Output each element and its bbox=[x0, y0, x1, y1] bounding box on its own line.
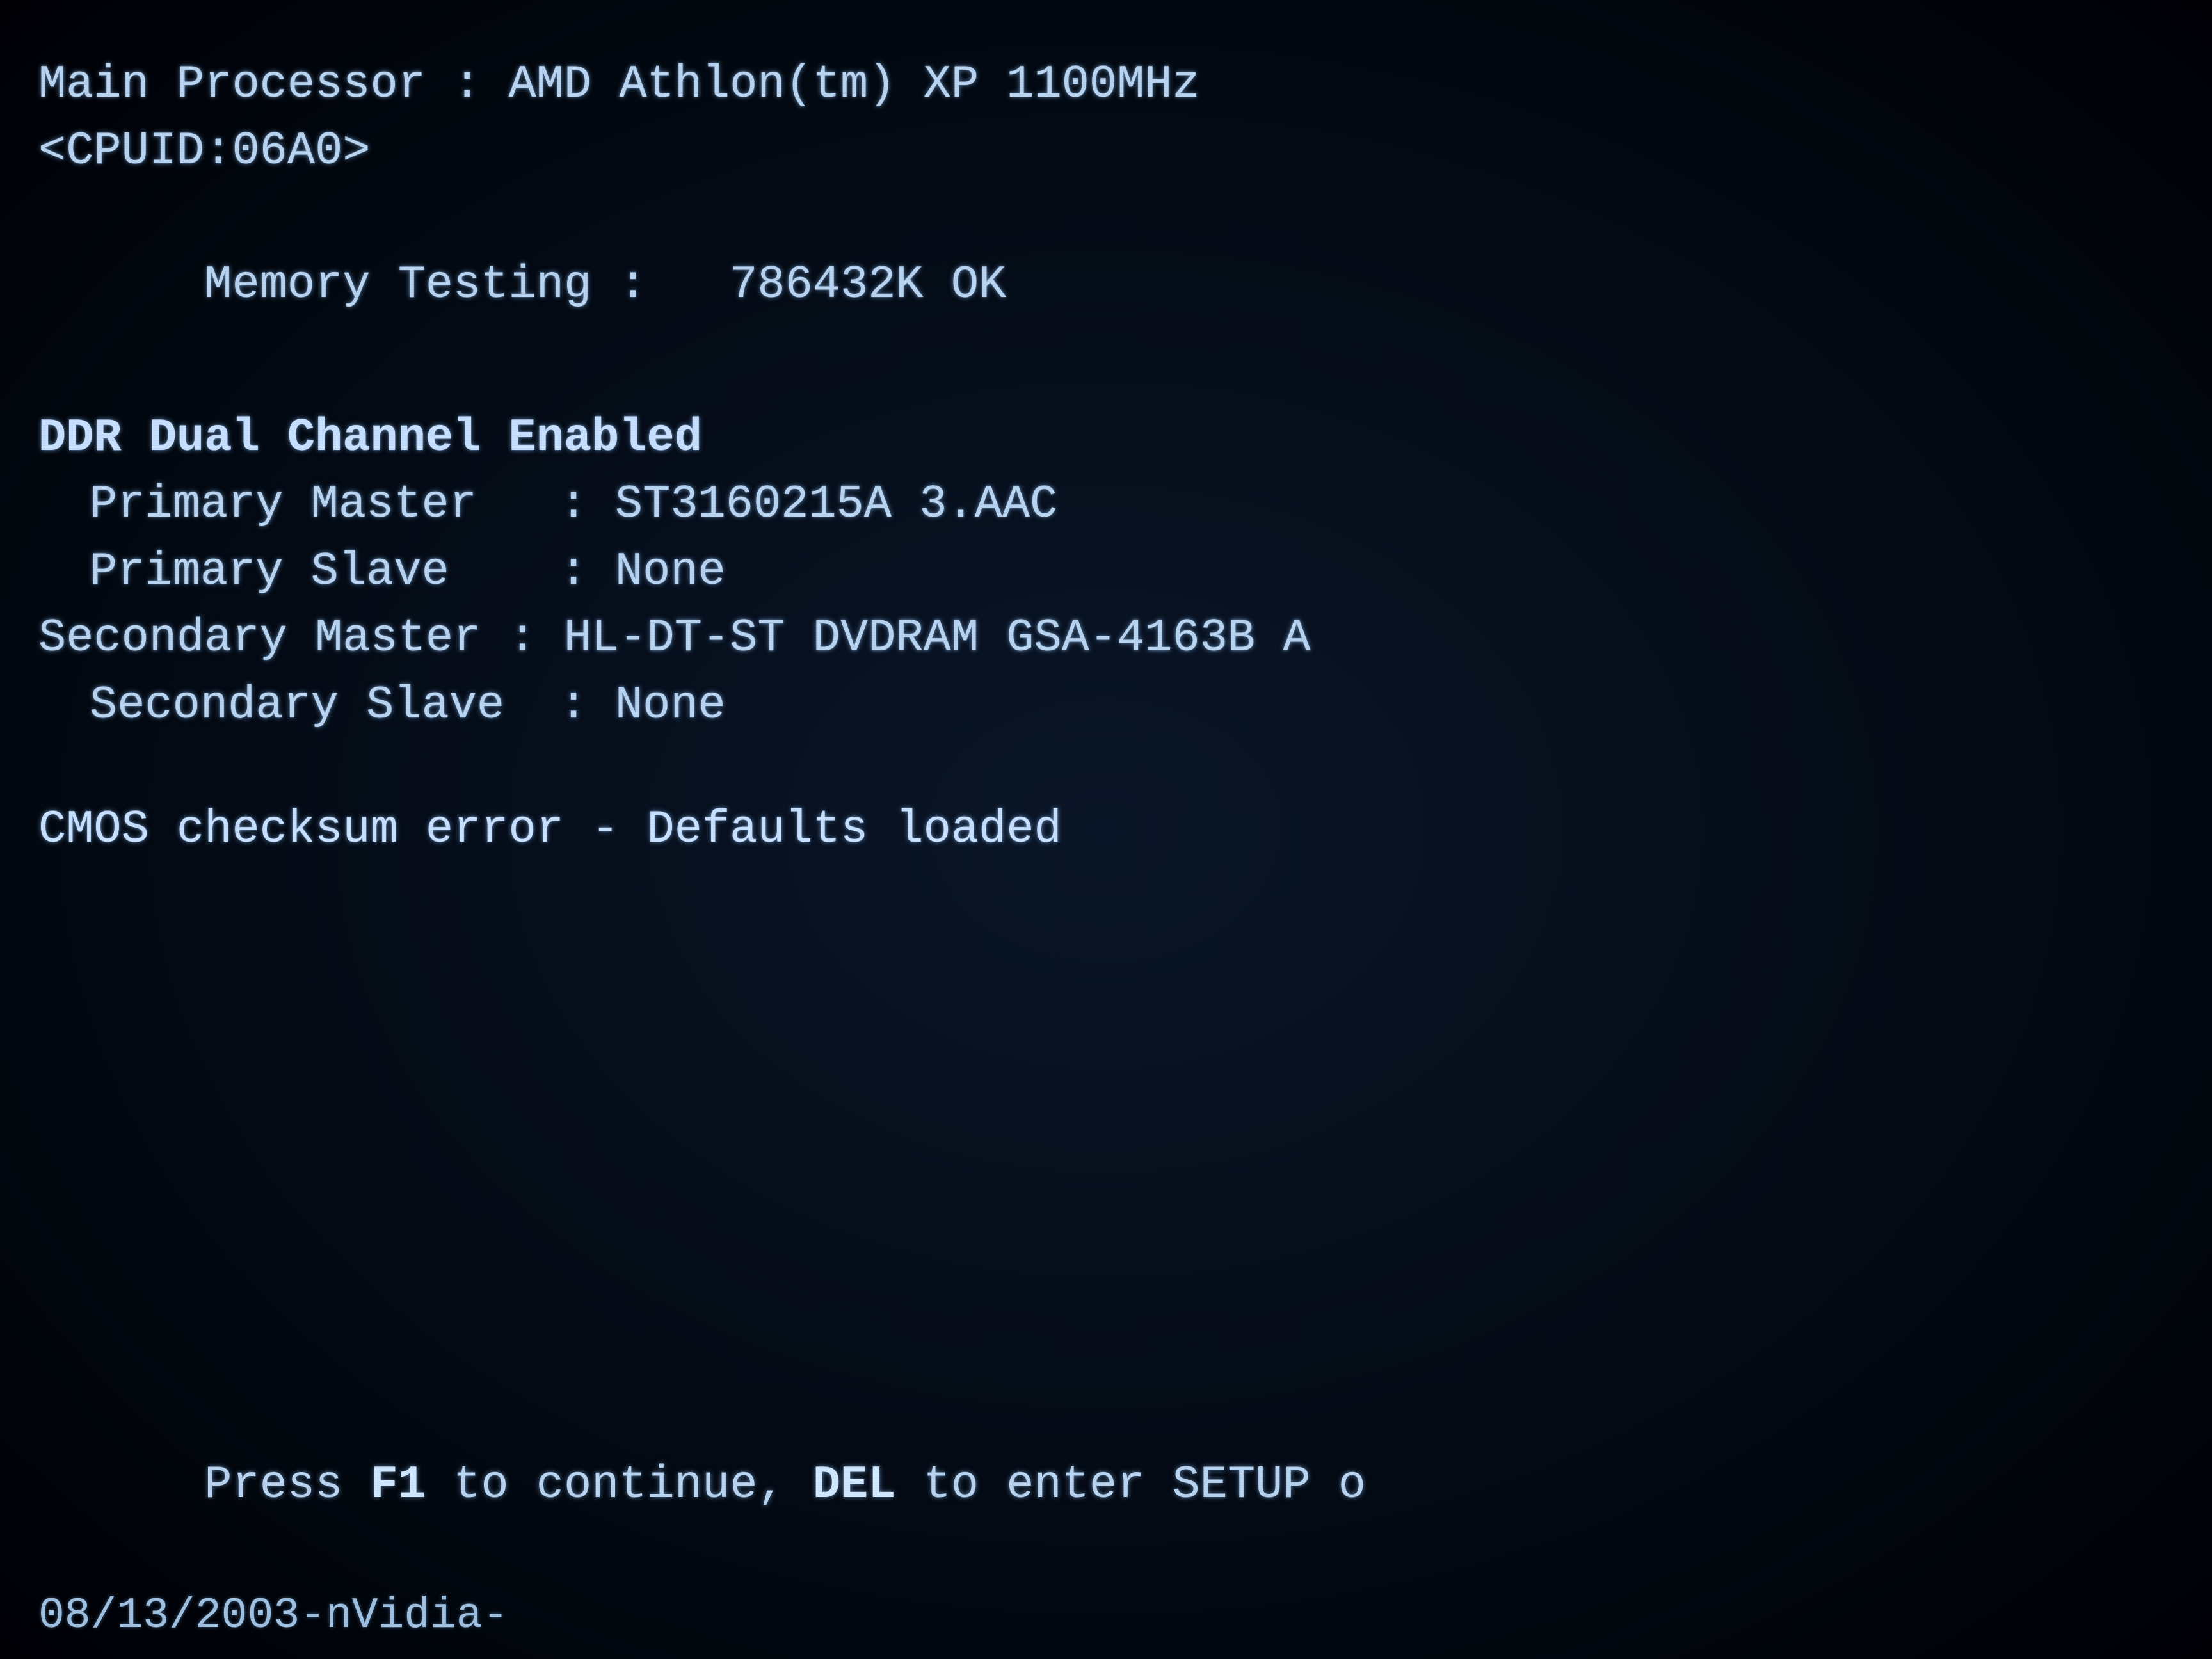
primary-slave-line: Primary Slave : None bbox=[38, 538, 2174, 605]
bios-screen: Main Processor : AMD Athlon(tm) XP 1100M… bbox=[0, 0, 2212, 1659]
press-text: Press bbox=[204, 1459, 370, 1511]
to-enter-text: to enter SETUP o bbox=[895, 1459, 1366, 1511]
main-processor-line: Main Processor : AMD Athlon(tm) XP 1100M… bbox=[38, 51, 2174, 118]
cmos-error-line: CMOS checksum error - Defaults loaded bbox=[38, 796, 2174, 863]
memory-testing-line: Memory Testing : 786432K OK bbox=[38, 185, 2174, 385]
ddr-dual-channel-line: DDR Dual Channel Enabled bbox=[38, 405, 2174, 471]
f1-key: F1 bbox=[371, 1459, 426, 1511]
to-continue-text: to continue, bbox=[426, 1459, 813, 1511]
memory-testing-label: Memory Testing : bbox=[204, 259, 646, 311]
secondary-slave-line: Secondary Slave : None bbox=[38, 672, 2174, 739]
del-key: DEL bbox=[813, 1459, 896, 1511]
bottom-section: Press F1 to continue, DEL to enter SETUP… bbox=[38, 1385, 2174, 1646]
memory-testing-value: 786432K OK bbox=[730, 259, 1006, 311]
secondary-master-line: Secondary Master : HL-DT-ST DVDRAM GSA-4… bbox=[38, 605, 2174, 671]
date-line: 08/13/2003-nVidia- bbox=[38, 1585, 2174, 1646]
cpuid-line: <CPUID:06A0> bbox=[38, 118, 2174, 184]
primary-master-line: Primary Master : ST3160215A 3.AAC bbox=[38, 471, 2174, 538]
press-f1-line: Press F1 to continue, DEL to enter SETUP… bbox=[38, 1385, 2174, 1585]
bios-content: Main Processor : AMD Athlon(tm) XP 1100M… bbox=[38, 51, 2174, 863]
